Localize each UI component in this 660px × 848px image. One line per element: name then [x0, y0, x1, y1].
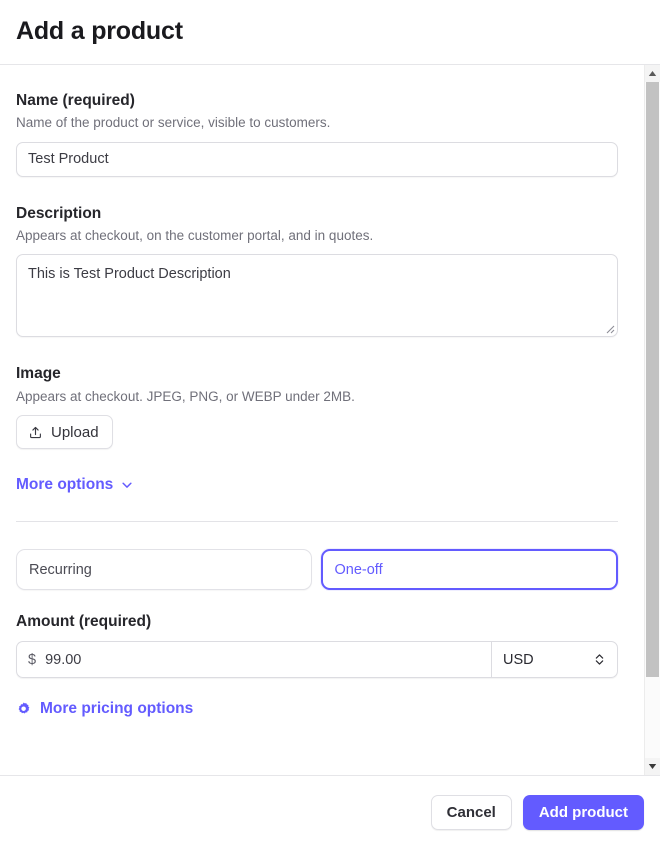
tab-recurring-label: Recurring [29, 562, 92, 578]
tab-one-off-label: One-off [335, 562, 383, 578]
more-options-toggle[interactable]: More options [16, 476, 134, 494]
upload-icon [28, 425, 43, 440]
name-input[interactable]: Test Product [16, 142, 618, 177]
chevron-down-icon [120, 478, 134, 492]
more-pricing-options-label: More pricing options [40, 700, 193, 718]
dialog-header: Add a product [0, 0, 660, 65]
spacer [16, 337, 628, 364]
triangle-up-icon [648, 70, 657, 77]
vertical-scrollbar[interactable] [644, 65, 660, 775]
chevron-up-down-icon [593, 652, 606, 667]
field-description: Description Appears at checkout, on the … [16, 204, 628, 338]
scroll-up-button[interactable] [645, 65, 660, 82]
upload-button[interactable]: Upload [16, 415, 113, 449]
tab-recurring[interactable]: Recurring [16, 549, 312, 590]
image-help-text: Appears at checkout. JPEG, PNG, or WEBP … [16, 387, 628, 407]
name-help-text: Name of the product or service, visible … [16, 113, 628, 133]
pricing-type-tabs: Recurring One-off [16, 549, 618, 590]
spacer [16, 522, 628, 549]
spacer [16, 177, 628, 204]
name-label: Name (required) [16, 91, 628, 111]
scrollbar-track[interactable] [645, 82, 660, 758]
scrollbar-thumb[interactable] [646, 82, 659, 677]
add-product-dialog: Add a product Name (required) Name of th… [0, 0, 660, 848]
field-amount: Amount (required) $ 99.00 USD [16, 612, 628, 678]
description-textarea[interactable]: This is Test Product Description [16, 254, 618, 337]
amount-input[interactable]: $ 99.00 [16, 641, 491, 678]
currency-symbol: $ [28, 652, 36, 668]
description-help-text: Appears at checkout, on the customer por… [16, 226, 628, 246]
tab-one-off[interactable]: One-off [321, 549, 619, 590]
page-title: Add a product [16, 18, 183, 46]
more-pricing-options-link[interactable]: More pricing options [16, 700, 193, 718]
scroll-down-button[interactable] [645, 758, 660, 775]
currency-select-value: USD [503, 652, 534, 668]
triangle-down-icon [648, 763, 657, 770]
spacer [16, 590, 628, 612]
dialog-footer: Cancel Add product [0, 775, 660, 848]
cancel-button[interactable]: Cancel [431, 795, 512, 830]
upload-button-label: Upload [51, 424, 99, 441]
amount-value: 99.00 [45, 652, 81, 668]
field-image: Image Appears at checkout. JPEG, PNG, or… [16, 364, 628, 449]
description-textarea-value: This is Test Product Description [28, 266, 231, 282]
description-label: Description [16, 204, 628, 224]
spacer [16, 494, 628, 521]
field-name: Name (required) Name of the product or s… [16, 91, 628, 177]
gear-icon [16, 701, 32, 717]
product-form: Name (required) Name of the product or s… [0, 65, 644, 775]
spacer [16, 449, 628, 476]
dialog-body: Name (required) Name of the product or s… [0, 65, 660, 775]
amount-label: Amount (required) [16, 612, 628, 632]
currency-select[interactable]: USD [491, 641, 618, 678]
add-product-button[interactable]: Add product [523, 795, 644, 830]
amount-row: $ 99.00 USD [16, 641, 618, 678]
more-options-label: More options [16, 476, 113, 494]
spacer [16, 678, 628, 700]
textarea-resize-handle[interactable] [603, 322, 615, 334]
image-label: Image [16, 364, 628, 384]
